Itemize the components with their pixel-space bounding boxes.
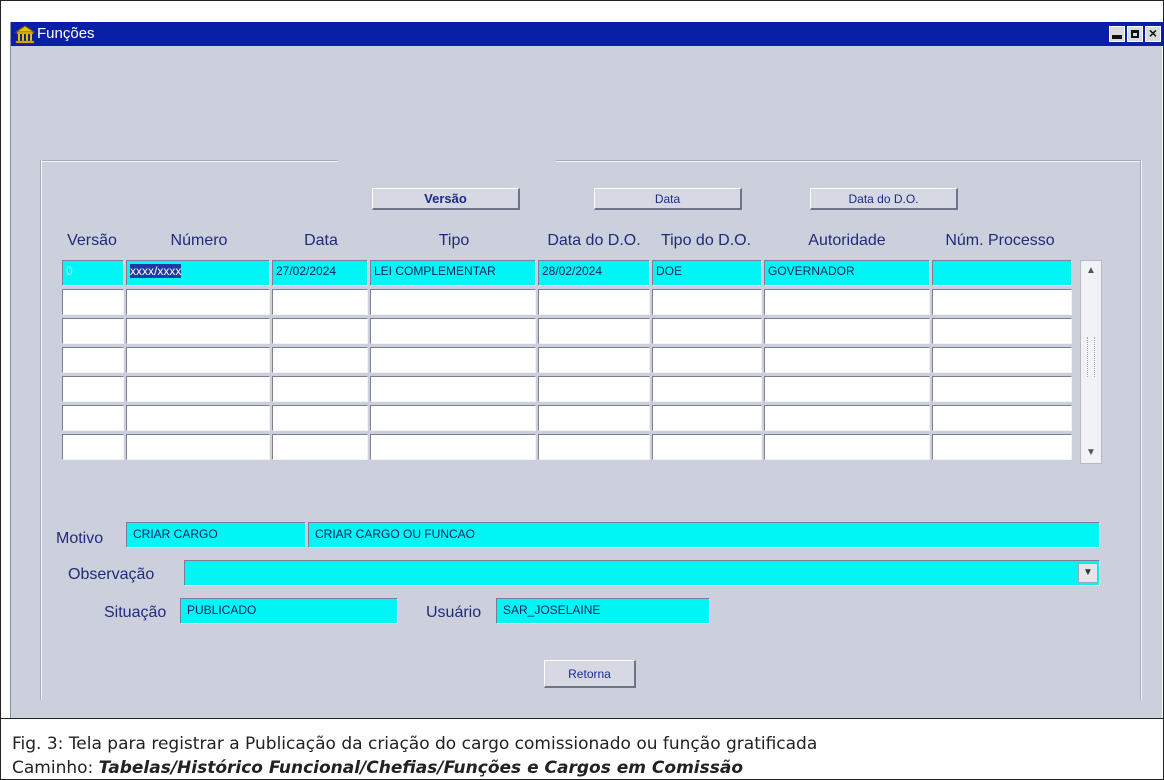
window-controls: × xyxy=(1109,25,1161,42)
cell-tipo[interactable]: LEI COMPLEMENTAR xyxy=(370,260,536,286)
cell-tipo-do[interactable]: DOE xyxy=(652,260,762,286)
cell-processo[interactable] xyxy=(932,434,1072,460)
cell-numero[interactable] xyxy=(126,376,270,402)
cell-tipo-do[interactable] xyxy=(652,405,762,431)
figure-caption: Fig. 3: Tela para registrar a Publicação… xyxy=(12,734,818,754)
sort-versao-button[interactable]: Versão xyxy=(372,188,520,210)
cell-data[interactable] xyxy=(272,405,368,431)
cell-tipo[interactable] xyxy=(370,376,536,402)
cell-autoridade[interactable] xyxy=(764,289,930,315)
situacao-label: Situação xyxy=(104,604,167,621)
cell-numero[interactable] xyxy=(126,289,270,315)
cell-processo[interactable] xyxy=(932,405,1072,431)
cell-data-do[interactable] xyxy=(538,318,650,344)
cell-tipo[interactable] xyxy=(370,318,536,344)
group-border-top-right xyxy=(556,160,1142,162)
cell-versao[interactable]: 0 xyxy=(62,260,124,286)
caption-divider xyxy=(0,718,1164,719)
sort-data-button[interactable]: Data xyxy=(594,188,742,210)
cell-data-do[interactable] xyxy=(538,289,650,315)
cell-data-do[interactable] xyxy=(538,347,650,373)
cell-data-do[interactable] xyxy=(538,405,650,431)
cell-data-do[interactable]: 28/02/2024 xyxy=(538,260,650,286)
path-text: Tabelas/Histórico Funcional/Chefias/Funç… xyxy=(98,758,743,778)
motivo-label: Motivo xyxy=(56,530,104,547)
window-title: Funções xyxy=(37,25,95,42)
cell-data-do[interactable] xyxy=(538,434,650,460)
col-header-processo: Núm. Processo xyxy=(945,232,1055,249)
cell-processo[interactable] xyxy=(932,347,1072,373)
retorna-button[interactable]: Retorna xyxy=(544,660,636,688)
col-header-numero: Número xyxy=(170,232,228,249)
observacao-field[interactable] xyxy=(184,560,1100,586)
motivo-description-field[interactable]: CRIAR CARGO OU FUNCAO xyxy=(308,522,1100,548)
cell-numero[interactable]: xxxx/xxxx xyxy=(126,260,270,286)
cell-tipo[interactable] xyxy=(370,347,536,373)
cell-autoridade[interactable] xyxy=(764,434,930,460)
cell-autoridade[interactable] xyxy=(764,347,930,373)
motivo-code-field[interactable]: CRIAR CARGO xyxy=(126,522,306,548)
cell-data[interactable] xyxy=(272,376,368,402)
cell-autoridade[interactable] xyxy=(764,318,930,344)
observacao-label: Observação xyxy=(68,566,155,583)
cell-tipo[interactable] xyxy=(370,405,536,431)
cell-autoridade[interactable] xyxy=(764,376,930,402)
col-header-tipo-do: Tipo do D.O. xyxy=(660,232,752,249)
title-bar: Funções × xyxy=(11,22,1163,46)
cell-processo[interactable] xyxy=(932,318,1072,344)
table-scrollbar[interactable]: ▲ ▼ xyxy=(1080,260,1102,464)
cell-data[interactable] xyxy=(272,347,368,373)
scroll-up-icon[interactable]: ▲ xyxy=(1083,264,1099,278)
path-caption: Caminho: Tabelas/Histórico Funcional/Che… xyxy=(12,758,743,780)
cell-processo[interactable] xyxy=(932,376,1072,402)
cell-versao[interactable] xyxy=(62,405,124,431)
cell-numero[interactable] xyxy=(126,347,270,373)
usuario-field[interactable]: SAR_JOSELAINE xyxy=(496,598,710,624)
cell-versao[interactable] xyxy=(62,318,124,344)
group-border-top-left xyxy=(40,160,338,162)
cell-data[interactable]: 27/02/2024 xyxy=(272,260,368,286)
cell-processo[interactable] xyxy=(932,260,1072,286)
maximize-icon[interactable] xyxy=(1127,26,1143,42)
sort-data-do-button[interactable]: Data do D.O. xyxy=(810,188,958,210)
building-icon xyxy=(15,25,35,44)
selected-text: xxxx/xxxx xyxy=(130,264,182,278)
cell-data-do[interactable] xyxy=(538,376,650,402)
cell-versao[interactable] xyxy=(62,289,124,315)
cell-tipo-do[interactable] xyxy=(652,347,762,373)
cell-tipo-do[interactable] xyxy=(652,318,762,344)
situacao-field[interactable]: PUBLICADO xyxy=(180,598,398,624)
group-border-left xyxy=(40,160,42,700)
cell-numero[interactable] xyxy=(126,318,270,344)
cell-tipo-do[interactable] xyxy=(652,434,762,460)
col-header-versao: Versão xyxy=(67,232,117,249)
cell-versao[interactable] xyxy=(62,434,124,460)
cell-data[interactable] xyxy=(272,289,368,315)
close-icon[interactable]: × xyxy=(1145,25,1161,42)
cell-versao[interactable] xyxy=(62,376,124,402)
cell-data[interactable] xyxy=(272,434,368,460)
cell-tipo[interactable] xyxy=(370,289,536,315)
cell-tipo-do[interactable] xyxy=(652,289,762,315)
usuario-label: Usuário xyxy=(426,604,482,621)
path-prefix: Caminho: xyxy=(12,758,99,778)
cell-autoridade[interactable] xyxy=(764,405,930,431)
cell-tipo[interactable] xyxy=(370,434,536,460)
group-border-right xyxy=(1140,160,1142,700)
scroll-down-icon[interactable]: ▼ xyxy=(1083,446,1099,460)
cell-versao[interactable] xyxy=(62,347,124,373)
scroll-grip[interactable] xyxy=(1087,337,1095,377)
cell-numero[interactable] xyxy=(126,434,270,460)
col-header-tipo: Tipo xyxy=(438,232,470,249)
col-header-autoridade: Autoridade xyxy=(808,232,886,249)
minimize-icon[interactable] xyxy=(1109,26,1125,42)
cell-numero[interactable] xyxy=(126,405,270,431)
cell-autoridade[interactable]: GOVERNADOR xyxy=(764,260,930,286)
col-header-data: Data xyxy=(304,232,338,249)
observacao-dropdown-icon[interactable]: ▼ xyxy=(1078,563,1098,583)
cell-tipo-do[interactable] xyxy=(652,376,762,402)
cell-processo[interactable] xyxy=(932,289,1072,315)
cell-data[interactable] xyxy=(272,318,368,344)
col-header-data-do: Data do D.O. xyxy=(547,232,641,249)
